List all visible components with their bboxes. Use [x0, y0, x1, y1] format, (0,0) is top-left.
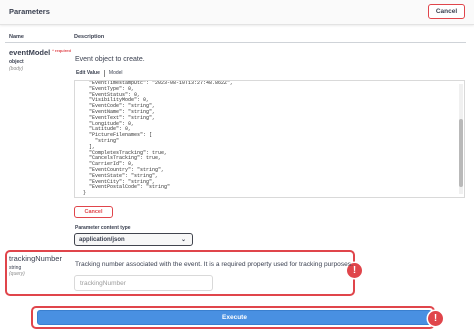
param-name-event-model: eventModel * required	[9, 48, 71, 57]
cancel-try-out-button[interactable]: Cancel	[428, 4, 465, 19]
tracking-number-description: Tracking number associated with the even…	[75, 261, 353, 268]
parameters-title: Parameters	[9, 7, 50, 16]
editor-scroll-thumb[interactable]	[459, 119, 463, 187]
param-location: (query)	[9, 271, 25, 277]
code-line: }	[83, 190, 87, 197]
chevron-down-icon: ⌄	[180, 237, 186, 243]
content-type-label: Parameter content type	[75, 225, 131, 231]
content-type-value: application/json	[79, 236, 125, 243]
param-type: object	[9, 59, 24, 65]
tab-edit-value[interactable]: Edit Value	[75, 70, 101, 77]
required-marker: * required	[52, 48, 71, 53]
param-name-text: eventModel	[9, 48, 51, 57]
tracking-number-input[interactable]: trackingNumber	[74, 275, 213, 291]
editor-scrollbar[interactable]	[459, 84, 463, 194]
request-body-code: "EventTimestampUtc": "2023-08-10T13:27:4…	[83, 81, 233, 197]
column-header-name: Name	[9, 34, 24, 40]
body-tabs: Edit Value Model	[75, 70, 124, 77]
request-body-editor[interactable]: "EventTimestampUtc": "2023-08-10T13:27:4…	[74, 80, 465, 198]
parameters-header: Parameters Cancel	[0, 0, 474, 25]
tab-model[interactable]: Model	[108, 70, 124, 77]
exclamation-icon: !	[428, 311, 443, 326]
execute-button[interactable]: Execute	[37, 310, 432, 325]
column-header-description: Description	[74, 34, 105, 40]
param-description: Event object to create.	[75, 56, 145, 63]
content-type-select[interactable]: application/json ⌄	[74, 233, 193, 246]
param-name-tracking-number: trackingNumber	[9, 254, 62, 263]
param-location: (body)	[9, 66, 24, 72]
tab-separator	[103, 70, 105, 77]
reset-body-cancel-button[interactable]: Cancel	[74, 206, 113, 218]
column-divider	[5, 42, 466, 43]
